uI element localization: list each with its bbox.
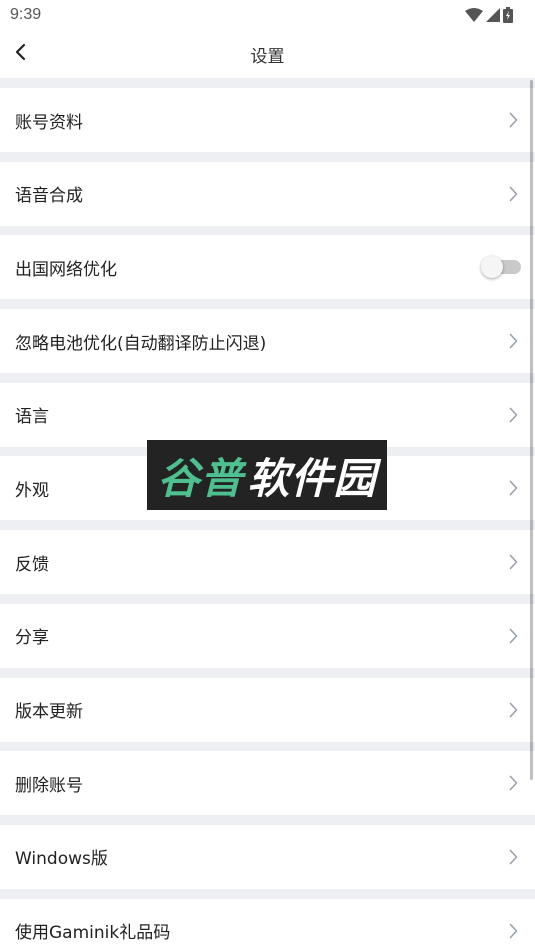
- settings-item-gift-code[interactable]: 使用Gaminik礼品码: [0, 898, 535, 951]
- watermark-text-green: 谷普: [157, 453, 244, 503]
- settings-item-delete-account[interactable]: 删除账号: [0, 751, 535, 816]
- settings-item-label: 外观: [15, 480, 49, 501]
- settings-item-label: 语言: [15, 407, 49, 428]
- chevron-right-icon: [506, 848, 520, 866]
- cell-signal-icon: [486, 8, 500, 22]
- navigation-bar: 设置: [0, 30, 535, 78]
- settings-item-label: 使用Gaminik礼品码: [15, 923, 171, 944]
- settings-item-version-update[interactable]: 版本更新: [0, 677, 535, 742]
- settings-screen: 9:39 设置 账号资料 语音合成 出国网络优化 忽略电池优化(自动翻译防止闪退…: [0, 0, 535, 951]
- status-icons: [465, 7, 513, 23]
- settings-item-account-profile[interactable]: 账号资料: [0, 88, 535, 152]
- wifi-icon: [465, 8, 483, 22]
- settings-item-language[interactable]: 语言: [0, 382, 535, 447]
- settings-item-label: 版本更新: [15, 702, 83, 722]
- settings-item-feedback[interactable]: 反馈: [0, 530, 535, 595]
- scrollbar[interactable]: [530, 80, 533, 780]
- settings-item-label: 反馈: [15, 554, 49, 575]
- settings-item-label: 账号资料: [15, 112, 83, 133]
- status-time: 9:39: [10, 6, 42, 23]
- chevron-right-icon: [506, 922, 520, 940]
- chevron-right-icon: [506, 479, 520, 497]
- overseas-network-toggle[interactable]: [481, 256, 523, 279]
- settings-item-label: 分享: [15, 628, 49, 649]
- page-title: 设置: [250, 46, 285, 67]
- settings-item-label: 删除账号: [15, 775, 83, 796]
- settings-item-label: 忽略电池优化(自动翻译防止闪退): [15, 333, 267, 354]
- toggle-thumb: [481, 256, 503, 279]
- settings-item-speech-synthesis[interactable]: 语音合成: [0, 161, 535, 226]
- chevron-right-icon: [506, 553, 520, 571]
- chevron-right-icon: [506, 406, 520, 424]
- settings-item-label: Windows版: [15, 849, 108, 870]
- battery-charging-icon: [503, 7, 513, 23]
- settings-item-share[interactable]: 分享: [0, 603, 535, 668]
- chevron-right-icon: [506, 185, 520, 203]
- chevron-right-icon: [506, 774, 520, 792]
- settings-item-windows-version[interactable]: Windows版: [0, 824, 535, 889]
- back-button[interactable]: [6, 38, 34, 70]
- chevron-right-icon: [506, 627, 520, 645]
- settings-item-label: 语音合成: [15, 186, 83, 207]
- chevron-right-icon: [506, 111, 520, 129]
- settings-item-ignore-battery-optimization[interactable]: 忽略电池优化(自动翻译防止闪退): [0, 309, 535, 374]
- settings-list: 账号资料 语音合成 出国网络优化 忽略电池优化(自动翻译防止闪退) 语言 外观: [0, 78, 535, 951]
- chevron-right-icon: [506, 701, 520, 719]
- settings-item-label: 出国网络优化: [15, 259, 117, 280]
- watermark-text-white: 软件园: [247, 453, 377, 503]
- watermark-logo: 谷普 软件园: [147, 440, 387, 510]
- chevron-right-icon: [506, 332, 520, 350]
- chevron-left-icon: [14, 43, 26, 65]
- status-bar: 9:39: [0, 0, 535, 30]
- settings-item-overseas-network: 出国网络优化: [0, 235, 535, 300]
